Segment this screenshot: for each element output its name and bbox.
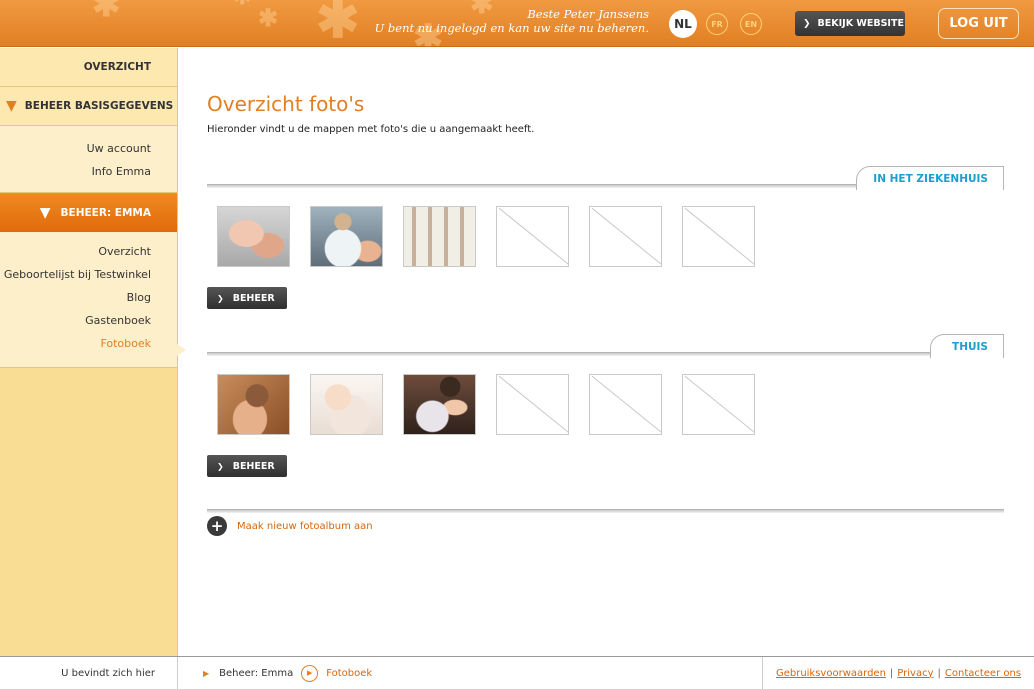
manage-album-label: BEHEER [232, 460, 275, 472]
album-divider [207, 184, 859, 188]
breadcrumb-current: Fotoboek [326, 667, 373, 679]
photo-thumbnail[interactable] [217, 206, 290, 267]
sidebar-section-basis[interactable]: ▼ BEHEER BASISGEGEVENS [0, 87, 177, 126]
empty-photo-slot [682, 374, 755, 435]
logout-button[interactable]: LOG UIT [938, 8, 1019, 39]
flower-decoration: ✱ [258, 3, 279, 32]
flower-decoration: ✱ [233, 0, 251, 8]
view-website-button[interactable]: ❯ BEKIJK WEBSITE [795, 11, 905, 36]
chevron-down-icon: ▼ [39, 204, 51, 221]
main-content: Overzicht foto's Hieronder vindt u de ma… [207, 48, 1004, 536]
album-photo-grid [217, 206, 755, 267]
app-root: ✱ ✱ ✱ ✱ ✱ ✱ Beste Peter Janssens U bent … [0, 0, 1034, 689]
empty-photo-slot [589, 206, 662, 267]
photo-thumbnail[interactable] [403, 206, 476, 267]
plus-icon: + [207, 516, 227, 536]
link-separator: | [937, 667, 941, 679]
sidebar-section-emma-label: BEHEER: EMMA [60, 206, 151, 219]
sidebar-item-overview[interactable]: OVERZICHT [0, 48, 177, 87]
chevron-right-icon: ❯ [803, 18, 811, 29]
empty-photo-slot [496, 206, 569, 267]
empty-photo-slot [589, 374, 662, 435]
lang-en-button[interactable]: EN [740, 13, 762, 35]
footer: U bevindt zich hier ▶ Beheer: Emma ▶ Fot… [0, 656, 1034, 689]
photo-thumbnail[interactable] [310, 374, 383, 435]
album-photo-grid [217, 374, 755, 435]
page-intro: Hieronder vindt u de mappen met foto's d… [207, 124, 535, 135]
sidebar-item-blog[interactable]: Blog [0, 286, 151, 309]
greeting-text: U bent nu ingelogd en kan uw site nu beh… [374, 21, 649, 35]
photo-thumbnail[interactable] [310, 206, 383, 267]
link-separator: | [889, 667, 894, 679]
photo-thumbnail[interactable] [217, 374, 290, 435]
album-title[interactable]: IN HET ZIEKENHUIS [856, 166, 1004, 190]
sidebar-section-basis-label: BEHEER BASISGEGEVENS [24, 100, 174, 112]
sidebar-emma-submenu: Overzicht Geboortelijst bij Testwinkel B… [0, 232, 186, 368]
section-divider [207, 509, 1004, 513]
empty-photo-slot [682, 206, 755, 267]
flower-decoration: ✱ [316, 0, 360, 47]
greeting: Beste Peter Janssens U bent nu ingelogd … [375, 7, 649, 35]
manage-album-button[interactable]: ❯ BEHEER [207, 287, 287, 309]
manage-album-label: BEHEER [232, 292, 275, 304]
contact-link[interactable]: Contacteer ons [945, 668, 1021, 679]
footer-links: Gebruiksvoorwaarden | Privacy | Contacte… [762, 657, 1034, 689]
chevron-right-icon: ❯ [217, 293, 224, 303]
empty-photo-slot [496, 374, 569, 435]
circle-play-icon: ▶ [301, 664, 319, 682]
lang-nl-button[interactable]: NL [669, 10, 697, 38]
sidebar-item-gastenboek[interactable]: Gastenboek [0, 309, 151, 332]
sidebar-item-geboortelijst[interactable]: Geboortelijst bij Testwinkel [0, 263, 151, 286]
location-label: U bevindt zich hier [0, 657, 178, 689]
breadcrumb-item[interactable]: Beheer: Emma [219, 668, 293, 679]
sidebar-section-emma[interactable]: ▼ BEHEER: EMMA [0, 193, 177, 232]
top-header: ✱ ✱ ✱ ✱ ✱ ✱ Beste Peter Janssens U bent … [0, 0, 1034, 47]
chevron-right-icon: ❯ [217, 461, 224, 471]
current-item-pointer [177, 344, 186, 356]
new-album-link[interactable]: + Maak nieuw fotoalbum aan [207, 516, 373, 536]
manage-album-button[interactable]: ❯ BEHEER [207, 455, 287, 477]
photo-thumbnail[interactable] [403, 374, 476, 435]
breadcrumb: ▶ Beheer: Emma ▶ Fotoboek [203, 657, 372, 689]
sidebar: OVERZICHT ▼ BEHEER BASISGEGEVENS Uw acco… [0, 48, 186, 656]
sidebar-item-fotoboek[interactable]: Fotoboek [0, 332, 151, 355]
new-album-label: Maak nieuw fotoalbum aan [237, 520, 373, 532]
chevron-down-icon: ▼ [6, 98, 17, 114]
sidebar-item-info-emma[interactable]: Info Emma [0, 160, 151, 183]
lang-fr-button[interactable]: FR [706, 13, 728, 35]
view-website-label: BEKIJK WEBSITE [817, 18, 904, 29]
page-title: Overzicht foto's [207, 92, 365, 116]
triangle-right-icon: ▶ [203, 668, 210, 678]
privacy-link[interactable]: Privacy [897, 668, 933, 679]
album-divider [207, 352, 933, 356]
greeting-name: Beste Peter Janssens [527, 7, 649, 21]
sidebar-basis-submenu: Uw account Info Emma [0, 126, 177, 193]
sidebar-item-overzicht[interactable]: Overzicht [0, 240, 151, 263]
flower-decoration: ✱ [92, 0, 121, 25]
sidebar-item-account[interactable]: Uw account [0, 137, 151, 160]
album-title[interactable]: THUIS [930, 334, 1004, 358]
terms-link[interactable]: Gebruiksvoorwaarden [776, 668, 886, 679]
